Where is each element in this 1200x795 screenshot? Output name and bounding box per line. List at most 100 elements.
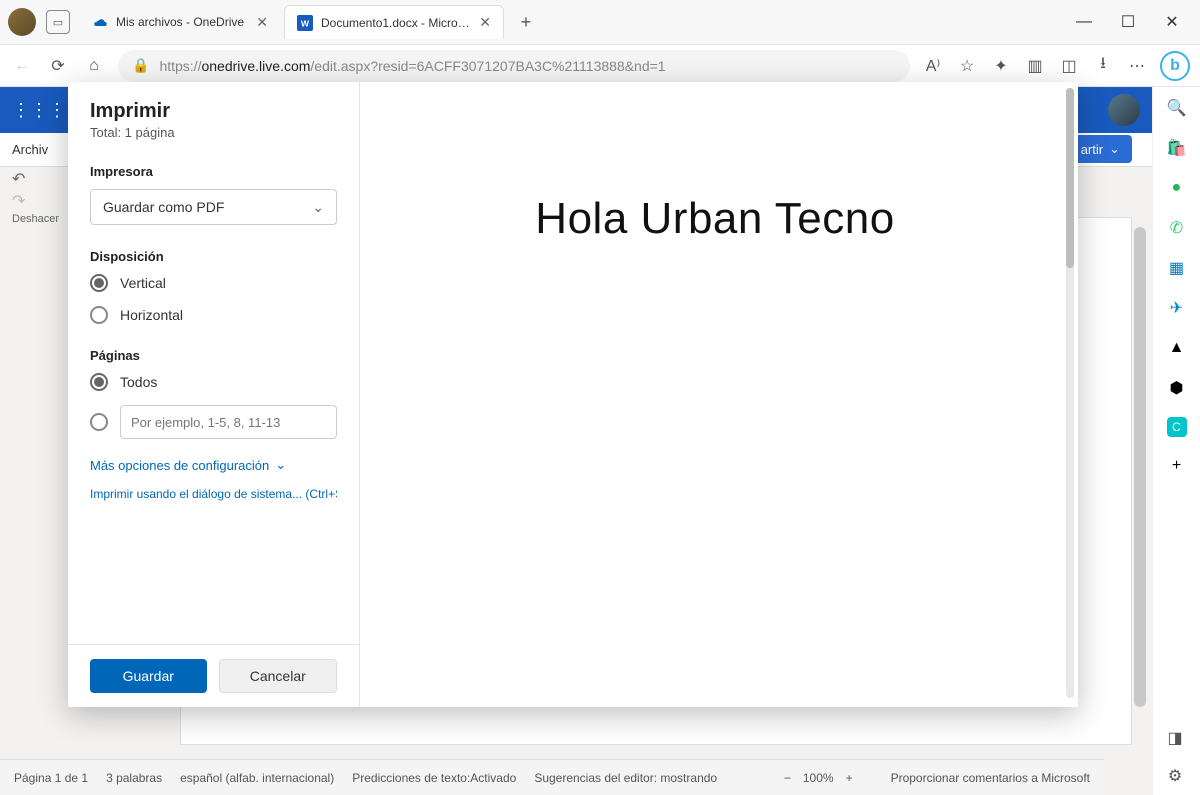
cancel-button[interactable]: Cancelar xyxy=(219,659,338,693)
user-avatar[interactable] xyxy=(1108,94,1140,126)
zoom-controls: − 100% + xyxy=(784,771,853,785)
pages-custom-radio[interactable] xyxy=(90,405,337,439)
edge-sidebar: 🔍 🛍️ ● ✆ ▦ ✈ ▲ ⬢ C + xyxy=(1152,87,1200,795)
status-editor[interactable]: Sugerencias del editor: mostrando xyxy=(534,771,717,785)
favorite-icon[interactable]: ☆ xyxy=(956,55,978,77)
printer-label: Impresora xyxy=(90,164,337,179)
status-page[interactable]: Página 1 de 1 xyxy=(14,771,88,785)
print-settings-panel: Imprimir Total: 1 página Impresora Guard… xyxy=(68,82,360,707)
window-controls: ― ☐ ✕ xyxy=(1072,10,1192,34)
chevron-down-icon: ⌄ xyxy=(312,199,324,216)
printer-select[interactable]: Guardar como PDF ⌄ xyxy=(90,189,337,225)
preview-content: Hola Urban Tecno xyxy=(370,194,1060,244)
browser-tab-strip: ▭ Mis archivos - OneDrive ✕ W Documento1… xyxy=(0,0,1200,45)
downloads-icon[interactable]: ⭳ xyxy=(1092,55,1114,77)
close-icon[interactable]: ✕ xyxy=(256,14,268,31)
onedrive-icon xyxy=(92,14,108,30)
pages-range-input[interactable] xyxy=(120,405,337,439)
status-bar: Página 1 de 1 3 palabras español (alfab.… xyxy=(0,759,1104,795)
home-button[interactable]: ⌂ xyxy=(82,54,106,78)
undo-label: Deshacer xyxy=(12,213,59,225)
sidebar-panel-toggle[interactable]: ◨ xyxy=(1164,727,1186,749)
more-settings-label: Más opciones de configuración xyxy=(90,458,269,473)
save-button[interactable]: Guardar xyxy=(90,659,207,693)
layout-vertical-label: Vertical xyxy=(120,275,166,291)
back-button[interactable]: ← xyxy=(10,54,34,78)
status-predictions[interactable]: Predicciones de texto:Activado xyxy=(352,771,516,785)
profile-avatar[interactable] xyxy=(8,8,36,36)
refresh-button[interactable]: ⟳ xyxy=(46,54,70,78)
preview-page: Hola Urban Tecno xyxy=(370,84,1060,705)
pages-all-radio[interactable]: Todos xyxy=(90,373,337,391)
drive-icon[interactable]: ▲ xyxy=(1166,337,1188,359)
radio-icon xyxy=(90,306,108,324)
print-title: Imprimir xyxy=(90,100,337,123)
pages-all-label: Todos xyxy=(120,374,157,390)
url-path: /edit.aspx?resid=6ACFF3071207BA3C%211138… xyxy=(310,58,665,74)
printer-value: Guardar como PDF xyxy=(103,199,224,215)
minimize-button[interactable]: ― xyxy=(1072,10,1096,34)
word-icon: W xyxy=(297,15,313,31)
split-screen-icon[interactable]: ◫ xyxy=(1058,55,1080,77)
url-host: onedrive.live.com xyxy=(201,58,310,74)
share-button[interactable]: artir ⌄ xyxy=(1069,135,1132,163)
browser-tab-word[interactable]: W Documento1.docx - Microsoft ✕ xyxy=(284,5,504,39)
close-icon[interactable]: ✕ xyxy=(479,14,491,31)
app-launcher-icon[interactable]: ⋮⋮⋮ xyxy=(12,100,66,121)
share-label: artir xyxy=(1081,142,1103,157)
chevron-down-icon: ⌄ xyxy=(1109,141,1120,157)
pages-label: Páginas xyxy=(90,348,337,363)
menu-file[interactable]: Archiv xyxy=(12,142,48,157)
tool-icon[interactable]: ⬢ xyxy=(1166,377,1188,399)
layout-vertical-radio[interactable]: Vertical xyxy=(90,274,337,292)
system-dialog-link[interactable]: Imprimir usando el diálogo de sistema...… xyxy=(90,487,337,501)
read-aloud-icon[interactable]: A⁾ xyxy=(922,55,944,77)
canva-icon[interactable]: C xyxy=(1167,417,1187,437)
layout-horizontal-label: Horizontal xyxy=(120,307,183,323)
collections-icon[interactable]: ▥ xyxy=(1024,55,1046,77)
preview-scrollbar-thumb[interactable] xyxy=(1066,88,1074,268)
telegram-icon[interactable]: ✈ xyxy=(1166,297,1188,319)
more-icon[interactable]: ⋯ xyxy=(1126,55,1148,77)
browser-toolbar: ← ⟳ ⌂ 🔒 https:// onedrive.live.com /edit… xyxy=(0,45,1200,87)
chevron-down-icon: ⌄ xyxy=(275,457,286,473)
search-icon[interactable]: 🔍 xyxy=(1166,97,1188,119)
more-settings-link[interactable]: Más opciones de configuración ⌄ xyxy=(90,457,337,473)
tab-title: Documento1.docx - Microsoft xyxy=(321,16,471,30)
zoom-out-button[interactable]: − xyxy=(784,771,791,785)
redo-icon[interactable]: ↷ xyxy=(12,191,59,211)
close-window-button[interactable]: ✕ xyxy=(1160,10,1184,34)
bing-chat-icon[interactable]: b xyxy=(1160,51,1190,81)
system-dialog-label: Imprimir usando el diálogo de sistema...… xyxy=(90,487,337,501)
settings-icon[interactable]: ⚙ xyxy=(1164,765,1186,787)
scrollbar[interactable] xyxy=(1134,227,1146,707)
whatsapp-icon[interactable]: ✆ xyxy=(1166,217,1188,239)
spotify-icon[interactable]: ● xyxy=(1166,177,1188,199)
new-tab-button[interactable]: + xyxy=(512,8,540,36)
trello-icon[interactable]: ▦ xyxy=(1166,257,1188,279)
undo-group: ↶ ↷ Deshacer xyxy=(12,169,59,225)
status-language[interactable]: español (alfab. internacional) xyxy=(180,771,334,785)
undo-icon[interactable]: ↶ xyxy=(12,169,59,189)
status-feedback[interactable]: Proporcionar comentarios a Microsoft xyxy=(891,771,1090,785)
radio-icon xyxy=(90,373,108,391)
print-footer: Guardar Cancelar xyxy=(68,644,359,707)
extensions-icon[interactable]: ✦ xyxy=(990,55,1012,77)
status-words[interactable]: 3 palabras xyxy=(106,771,162,785)
shopping-icon[interactable]: 🛍️ xyxy=(1166,137,1188,159)
layout-horizontal-radio[interactable]: Horizontal xyxy=(90,306,337,324)
svg-text:W: W xyxy=(301,18,310,28)
print-preview: Hola Urban Tecno xyxy=(360,82,1078,707)
zoom-in-button[interactable]: + xyxy=(846,771,853,785)
lock-icon: 🔒 xyxy=(132,57,149,74)
tab-actions-icon[interactable]: ▭ xyxy=(46,10,70,34)
print-dialog: Imprimir Total: 1 página Impresora Guard… xyxy=(68,82,1078,707)
address-bar[interactable]: 🔒 https:// onedrive.live.com /edit.aspx?… xyxy=(118,50,910,82)
tab-title: Mis archivos - OneDrive xyxy=(116,15,248,29)
add-sidebar-icon[interactable]: + xyxy=(1166,455,1188,477)
radio-icon xyxy=(90,274,108,292)
print-subtitle: Total: 1 página xyxy=(90,125,337,140)
browser-tab-onedrive[interactable]: Mis archivos - OneDrive ✕ xyxy=(80,5,280,39)
maximize-button[interactable]: ☐ xyxy=(1116,10,1140,34)
zoom-level: 100% xyxy=(803,771,834,785)
